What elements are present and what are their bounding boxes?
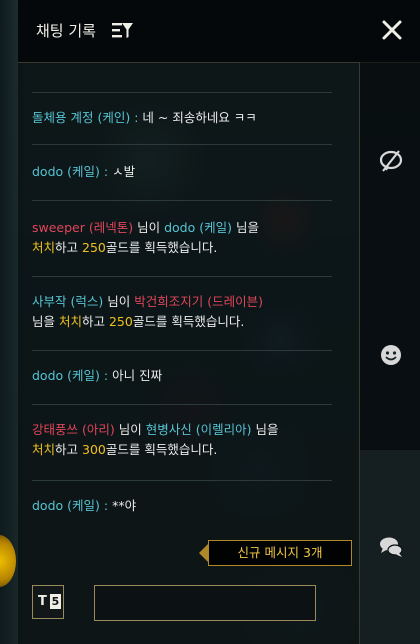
kill-message: 사부작 (럭스) 님이 박건희조지기 (드레이븐) 님을 처치하고 250골드를…	[32, 292, 332, 332]
message-text: ㅅ발	[112, 164, 136, 179]
joiner-text: 님이	[133, 220, 165, 235]
killer-champion: (럭스)	[70, 294, 104, 309]
chat-message: dodo (케일) : **야	[32, 496, 332, 516]
sender-champion: (케일)	[67, 164, 100, 179]
sender-name: 돌체용 계정	[32, 110, 94, 125]
message-text: 아니 진짜	[112, 368, 163, 383]
separator	[32, 350, 332, 351]
joiner-text: 골드를 획득했습니다.	[105, 240, 218, 255]
joiner-text: 님이	[114, 422, 146, 437]
killer-champion: (아리)	[82, 422, 115, 437]
chat-message: 돌체용 계정 (케인) : 네 ~ 죄송하네요 ㅋㅋ	[32, 108, 332, 128]
chat-message: dodo (케일) : ㅅ발	[32, 162, 332, 182]
separator	[32, 276, 332, 277]
separator	[32, 404, 332, 405]
separator	[32, 200, 332, 201]
killer-name: 강태풍쓰	[32, 422, 79, 437]
joiner-text: 님을	[251, 422, 279, 437]
chat-input[interactable]	[94, 585, 316, 621]
joiner-text: 님을	[232, 220, 259, 235]
emote-icon[interactable]	[378, 342, 404, 368]
victim-name: 박건희조지기	[134, 294, 204, 309]
kill-word: 처치	[58, 314, 82, 329]
joiner-text: 골드를 획득했습니다.	[132, 314, 245, 329]
chat-history-panel: 채팅 기록 돌체용 계정 (케인): 네 ~ 죄송하네요 ㅋㅋ dodo (케…	[18, 0, 420, 644]
chat-message: dodo (케일) : 아니 진짜	[32, 366, 332, 386]
chat-bubbles-icon[interactable]	[378, 534, 404, 560]
message-text: **야	[112, 498, 137, 513]
message-text: 네 ~ 죄송하네요 ㅋㅋ	[142, 110, 257, 125]
panel-title: 채팅 기록	[36, 22, 96, 40]
sender-name: dodo	[32, 498, 64, 513]
gold-amount: 300	[82, 442, 106, 457]
sender-name: dodo	[32, 368, 64, 383]
sender-champion: (케일)	[67, 498, 100, 513]
victim-champion: (드레이븐)	[207, 294, 263, 309]
killer-champion: (레넥톤)	[88, 220, 134, 235]
colon: :	[99, 498, 113, 513]
kill-word: 처치	[32, 442, 56, 457]
close-icon[interactable]	[378, 16, 406, 44]
colon: :	[99, 368, 113, 383]
joiner-text: 님을	[32, 314, 59, 329]
joiner-text: 님이	[103, 294, 135, 309]
separator	[32, 144, 332, 145]
joiner-text: 하고	[55, 240, 82, 255]
victim-name: 현병사신	[145, 422, 192, 437]
joiner-text: 하고	[55, 442, 82, 457]
separator	[32, 480, 332, 481]
kill-message: 강태풍쓰 (아리) 님이 현병사신 (이렐리아) 님을 처치하고 300골드를 …	[32, 420, 332, 460]
sender-champion: (케일)	[67, 368, 100, 383]
separator	[32, 92, 332, 93]
gold-amount: 250	[82, 240, 106, 255]
colon: :	[130, 110, 143, 125]
victim-champion: (케일)	[199, 220, 233, 235]
chat-mode-button[interactable]: T 5	[32, 585, 64, 619]
chat-mode-number: 5	[50, 594, 61, 609]
joiner-text: 골드를 획득했습니다.	[105, 442, 218, 457]
joiner-text: 하고	[82, 314, 109, 329]
panel-header: 채팅 기록	[18, 0, 420, 63]
kill-message: sweeper (레넥톤) 님이 dodo (케일) 님을 처치하고 250골드…	[32, 218, 332, 258]
new-message-notice[interactable]: 신규 메시지 3개	[199, 540, 352, 566]
right-rail	[359, 62, 420, 644]
colon: :	[99, 164, 113, 179]
chat-message-list[interactable]: 돌체용 계정 (케인) : 네 ~ 죄송하네요 ㅋㅋ dodo (케일) : ㅅ…	[32, 62, 332, 540]
killer-name: sweeper	[32, 220, 85, 235]
sender-name: dodo	[32, 164, 64, 179]
victim-name: dodo	[164, 220, 196, 235]
sender-champion: (케인)	[97, 110, 131, 125]
mute-ping-icon[interactable]	[378, 148, 404, 174]
gold-amount: 250	[108, 314, 133, 329]
killer-name: 사부작	[32, 294, 67, 309]
victim-champion: (이렐리아)	[195, 422, 252, 437]
chat-mode-letter: T	[38, 594, 47, 609]
filter-icon[interactable]	[112, 21, 134, 39]
kill-word: 처치	[32, 240, 56, 255]
